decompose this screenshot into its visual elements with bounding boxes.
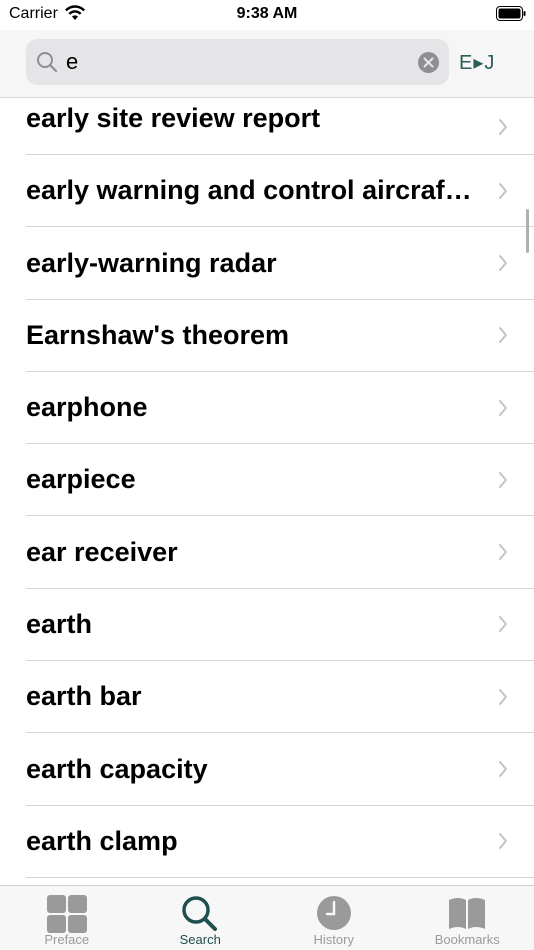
grid-icon bbox=[46, 895, 87, 933]
list-item[interactable]: early site review report bbox=[26, 99, 534, 155]
battery-icon bbox=[496, 6, 526, 21]
list-item-label: earth clamp bbox=[26, 825, 178, 856]
tab-history[interactable]: History bbox=[267, 886, 401, 950]
search-box[interactable] bbox=[26, 39, 449, 85]
chevron-right-icon bbox=[499, 471, 507, 488]
chevron-right-icon bbox=[499, 688, 507, 705]
search-header: E▸J bbox=[0, 30, 534, 98]
list-item-label: ear receiver bbox=[26, 536, 178, 567]
status-bar: Carrier 9:38 AM bbox=[0, 0, 534, 30]
chevron-right-icon bbox=[499, 399, 507, 416]
chevron-right-icon bbox=[499, 544, 507, 561]
list-item[interactable]: earphone bbox=[26, 372, 534, 445]
list-item[interactable]: earth capacity bbox=[26, 733, 534, 806]
clear-search-icon[interactable] bbox=[418, 52, 439, 73]
tab-label: History bbox=[313, 932, 354, 947]
list-item[interactable]: earpiece bbox=[26, 444, 534, 517]
list-item[interactable]: ear receiver bbox=[26, 516, 534, 589]
list-item-label: early-warning radar bbox=[26, 247, 277, 278]
list-item-label: early site review report bbox=[26, 103, 321, 133]
chevron-right-icon bbox=[499, 616, 507, 633]
search-input[interactable] bbox=[66, 47, 406, 77]
tab-bar: Preface Search History Bookmarks bbox=[0, 885, 534, 950]
chevron-right-icon bbox=[499, 254, 507, 271]
tab-label: Bookmarks bbox=[434, 932, 500, 947]
tab-label: Search bbox=[179, 932, 221, 947]
chevron-right-icon bbox=[499, 182, 507, 199]
search-icon bbox=[182, 896, 218, 931]
list-item-label: early warning and control aircraft syste… bbox=[26, 175, 476, 206]
chevron-right-icon bbox=[499, 761, 507, 778]
result-list[interactable]: early site review report early warning a… bbox=[0, 99, 534, 885]
chevron-right-icon bbox=[499, 833, 507, 850]
list-item-label: earphone bbox=[26, 392, 148, 423]
tab-label: Preface bbox=[44, 932, 90, 947]
list-item-label: earth bbox=[26, 609, 93, 640]
list-item[interactable]: early-warning radar bbox=[26, 227, 534, 300]
list-item-label: Earnshaw's theorem bbox=[26, 319, 290, 350]
tab-bookmarks[interactable]: Bookmarks bbox=[401, 886, 534, 950]
tab-search[interactable]: Search bbox=[134, 886, 268, 950]
scroll-indicator[interactable] bbox=[526, 209, 529, 253]
tab-preface[interactable]: Preface bbox=[0, 886, 134, 950]
list-item[interactable]: Earnshaw's theorem bbox=[26, 300, 534, 372]
magnifier-icon bbox=[37, 52, 58, 73]
clock-icon bbox=[316, 896, 351, 930]
status-time: 9:38 AM bbox=[236, 5, 298, 22]
book-icon bbox=[449, 898, 486, 929]
list-item-label: earth bar bbox=[26, 681, 142, 712]
list-item-label: earth capacity bbox=[26, 753, 208, 784]
chevron-right-icon bbox=[499, 118, 507, 135]
list-item[interactable]: earth bbox=[26, 589, 534, 662]
list-item[interactable]: early warning and control aircraft syste… bbox=[26, 155, 534, 228]
language-direction-toggle[interactable]: E▸J bbox=[459, 50, 495, 75]
list-item-label: earpiece bbox=[26, 464, 136, 495]
list-item[interactable]: earth clamp bbox=[26, 806, 534, 878]
chevron-right-icon bbox=[499, 327, 507, 344]
list-item[interactable]: earth bar bbox=[26, 661, 534, 734]
